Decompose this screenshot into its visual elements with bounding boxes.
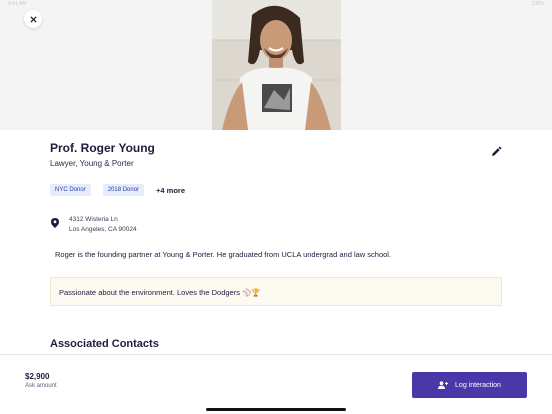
address-line-2: Los Angeles, CA 90024 [69,226,137,233]
add-person-icon [438,381,449,389]
log-interaction-label: Log interaction [455,381,501,389]
profile-header [0,0,552,130]
profile-photo [212,0,341,130]
contact-subtitle: Lawyer, Young & Porter [50,159,134,168]
contact-name: Prof. Roger Young [50,141,155,155]
close-icon [29,15,37,23]
address: 4312 Wisteria Ln Los Angeles, CA 90024 [50,215,137,235]
status-bar: 9:41 AM 100% [0,0,552,8]
status-time: 9:41 AM [8,1,27,7]
log-interaction-button[interactable]: Log interaction [412,372,527,398]
map-pin-icon [51,218,59,228]
ask-amount-label: Ask amount [25,383,57,389]
associated-contacts-heading: Associated Contacts [50,338,159,350]
tag-list: NYC Donor 2018 Donor +4 more [50,184,185,196]
address-line-1: 4312 Wisteria Ln [69,216,118,223]
status-battery: 100% [531,1,544,7]
tag-2018-donor[interactable]: 2018 Donor [102,184,145,196]
bottom-action-bar: $2,900 Ask amount Log interaction [0,354,552,414]
note-text: Passionate about the environment. Loves … [59,288,261,297]
ask-amount-value: $2,900 [25,372,50,381]
edit-button[interactable] [490,145,502,157]
tag-nyc-donor[interactable]: NYC Donor [50,184,91,196]
note-card: Passionate about the environment. Loves … [50,277,502,306]
close-button[interactable] [24,10,42,28]
pencil-icon [492,146,502,156]
more-tags-button[interactable]: +4 more [156,186,185,195]
home-indicator[interactable] [206,408,346,411]
contact-bio: Roger is the founding partner at Young &… [55,250,392,259]
